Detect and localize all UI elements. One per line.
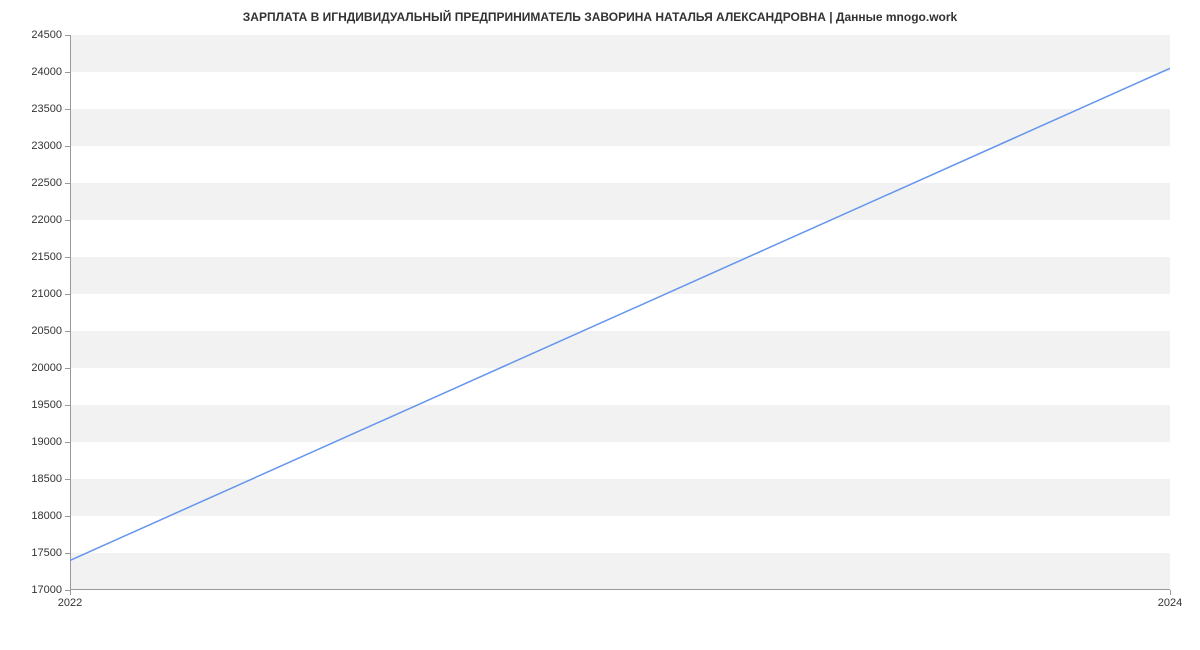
chart-container xyxy=(70,35,1170,590)
y-tick-label: 24000 xyxy=(12,66,62,78)
y-tick-label: 20500 xyxy=(12,325,62,337)
x-tick-mark xyxy=(1170,590,1171,595)
y-tick-label: 17000 xyxy=(12,584,62,596)
x-tick-mark xyxy=(70,590,71,595)
line-chart-svg xyxy=(70,35,1170,590)
y-tick-label: 23500 xyxy=(12,103,62,115)
data-line xyxy=(70,68,1170,560)
y-tick-label: 24500 xyxy=(12,29,62,41)
y-tick-label: 18000 xyxy=(12,510,62,522)
x-tick-label: 2022 xyxy=(58,597,82,609)
y-tick-label: 23000 xyxy=(12,140,62,152)
y-tick-label: 20000 xyxy=(12,362,62,374)
y-tick-label: 22000 xyxy=(12,214,62,226)
y-tick-label: 17500 xyxy=(12,547,62,559)
y-tick-label: 19500 xyxy=(12,399,62,411)
y-tick-label: 18500 xyxy=(12,473,62,485)
y-tick-label: 21500 xyxy=(12,251,62,263)
y-tick-label: 21000 xyxy=(12,288,62,300)
y-tick-label: 19000 xyxy=(12,436,62,448)
plot-area xyxy=(70,35,1170,590)
y-tick-label: 22500 xyxy=(12,177,62,189)
x-tick-label: 2024 xyxy=(1158,597,1182,609)
chart-title: ЗАРПЛАТА В ИГНДИВИДУАЛЬНЫЙ ПРЕДПРИНИМАТЕ… xyxy=(0,0,1200,34)
